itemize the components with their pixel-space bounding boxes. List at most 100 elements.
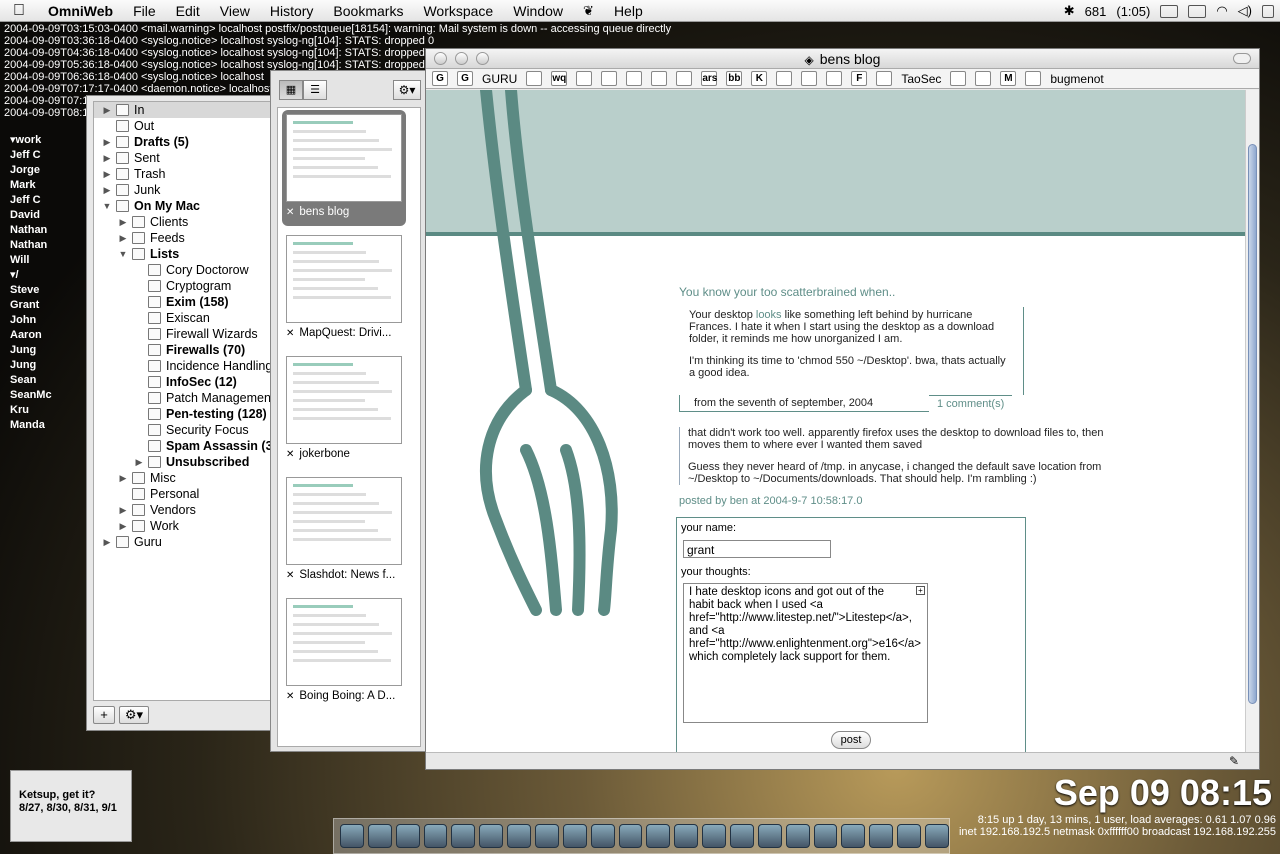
bookmark-favicon-icon[interactable] [676,71,693,86]
bookmark-favicon-icon[interactable]: G [432,71,448,86]
edit-pencil-icon[interactable]: ✎ [1229,754,1239,768]
dock-app-icon[interactable] [395,824,420,848]
mailbox-row[interactable]: ▶ Vendors [94,502,278,518]
mailbox-row[interactable]: Out [94,118,278,134]
keyboard-icon[interactable] [1188,4,1207,18]
bookmark-favicon-icon[interactable] [776,71,793,86]
dock-app-icon[interactable] [646,824,671,848]
buddy-item[interactable]: Jung [10,358,52,373]
dock-app-icon[interactable] [479,824,504,848]
dock-app-icon[interactable] [618,824,643,848]
volume-icon[interactable]: ◁) [1238,3,1252,19]
menu-history[interactable]: History [260,3,324,19]
buddy-item[interactable]: Will [10,253,52,268]
star-icon[interactable]: ✱ [1064,3,1075,19]
post-button[interactable]: post [831,731,871,749]
script-menu-icon[interactable]: ❦ [573,3,604,19]
bookmark-favicon-icon[interactable] [950,71,967,86]
buddy-item[interactable]: Kru [10,403,52,418]
dock-app-icon[interactable] [869,824,894,848]
mailbox-row[interactable]: Security Focus [94,422,278,438]
battery-status[interactable]: (1:05) [1116,4,1150,19]
mailbox-row[interactable]: Spam Assassin (3) [94,438,278,454]
disclosure-triangle-icon[interactable]: ▶ [102,166,112,182]
close-tab-icon[interactable]: ✕ [286,449,294,460]
dock-app-icon[interactable] [702,824,727,848]
tab-thumbnail[interactable]: ✕ jokerbone [282,352,406,468]
zoom-window-button[interactable] [476,52,489,65]
mailbox-row[interactable]: InfoSec (12) [94,374,278,390]
dock-app-icon[interactable] [367,824,392,848]
mailbox-row[interactable]: ▶ Junk [94,182,278,198]
dock-app-icon[interactable] [451,824,476,848]
close-tab-icon[interactable]: ✕ [286,207,294,218]
bookmark-favicon-icon[interactable] [626,71,643,86]
bookmark-favicon-icon[interactable]: wq [551,71,568,86]
disclosure-triangle-icon[interactable]: ▶ [118,470,128,486]
bookmark-favicon-icon[interactable]: G [457,71,473,86]
dock-app-icon[interactable] [925,824,949,848]
bookmark-link[interactable]: bugmenot [1050,72,1103,86]
disclosure-triangle-icon[interactable]: ▶ [102,182,112,198]
vertical-scrollbar[interactable] [1245,90,1259,753]
buddy-item[interactable]: Manda [10,418,52,433]
buddy-item[interactable]: Jeff C [10,193,52,208]
buddy-item[interactable]: Jung [10,343,52,358]
mailbox-row[interactable]: Firewalls (70) [94,342,278,358]
close-tab-icon[interactable]: ✕ [286,570,294,581]
minimize-window-button[interactable] [455,52,468,65]
display-icon[interactable] [1160,4,1179,18]
bookmark-favicon-icon[interactable] [526,71,543,86]
menu-file[interactable]: File [123,3,166,19]
bookmark-favicon-icon[interactable] [1025,71,1042,86]
disclosure-triangle-icon[interactable]: ▼ [102,198,112,214]
bookmark-favicon-icon[interactable]: ars [701,71,717,86]
bookmark-link[interactable]: GURU [482,72,517,86]
thoughts-textarea[interactable]: I hate desktop icons and got out of the … [683,583,928,723]
disclosure-triangle-icon[interactable]: ▶ [102,534,112,550]
close-tab-icon[interactable]: ✕ [286,328,294,339]
dock-app-icon[interactable] [590,824,615,848]
menu-workspace[interactable]: Workspace [413,3,503,19]
dock-app-icon[interactable] [562,824,587,848]
buddy-item[interactable]: Steve [10,283,52,298]
scroll-thumb[interactable] [1248,144,1257,704]
mailbox-row[interactable]: Firewall Wizards [94,326,278,342]
looks-link[interactable]: looks [756,309,782,321]
bookmark-favicon-icon[interactable]: K [751,71,768,86]
dock-app-icon[interactable] [897,824,922,848]
dock-app-icon[interactable] [535,824,559,848]
mailbox-row[interactable]: Personal [94,486,278,502]
dock-app-icon[interactable] [730,824,754,848]
buddy-item[interactable]: ▾work [10,133,52,148]
status-count[interactable]: 681 [1085,4,1107,19]
buddy-item[interactable]: Nathan [10,238,52,253]
mailbox-row[interactable]: ▶ Misc [94,470,278,486]
mailbox-row[interactable]: Cory Doctorow [94,262,278,278]
apple-menu-icon[interactable]:  [0,2,38,20]
tab-thumbnail[interactable]: ✕ Slashdot: News f... [282,473,406,589]
comments-link[interactable]: 1 comment(s) [929,395,1013,412]
mailbox-row[interactable]: ▼ Lists [94,246,278,262]
menu-app-name[interactable]: OmniWeb [38,3,123,19]
dock-app-icon[interactable] [674,824,699,848]
buddy-item[interactable]: Sean [10,373,52,388]
bookmark-favicon-icon[interactable] [876,71,893,86]
buddy-item[interactable]: Jeff C [10,148,52,163]
expand-icon[interactable]: + [916,586,925,595]
bookmark-favicon-icon[interactable] [826,71,843,86]
dock-app-icon[interactable] [813,824,838,848]
buddy-item[interactable]: ▾/ [10,268,52,283]
mailbox-row[interactable]: Pen-testing (128) [94,406,278,422]
menu-help[interactable]: Help [604,3,653,19]
mailbox-row[interactable]: ▶ Unsubscribed [94,454,278,470]
mailbox-row[interactable]: Patch Management [94,390,278,406]
buddy-item[interactable]: Nathan [10,223,52,238]
disclosure-triangle-icon[interactable]: ▶ [118,502,128,518]
tab-thumbnail[interactable]: ✕ Boing Boing: A D... [282,594,406,710]
bookmark-favicon-icon[interactable] [651,71,668,86]
disclosure-triangle-icon[interactable]: ▶ [102,102,112,118]
bookmark-favicon-icon[interactable] [975,71,992,86]
disclosure-triangle-icon[interactable]: ▶ [118,518,128,534]
mailbox-row[interactable]: ▶ Work [94,518,278,534]
